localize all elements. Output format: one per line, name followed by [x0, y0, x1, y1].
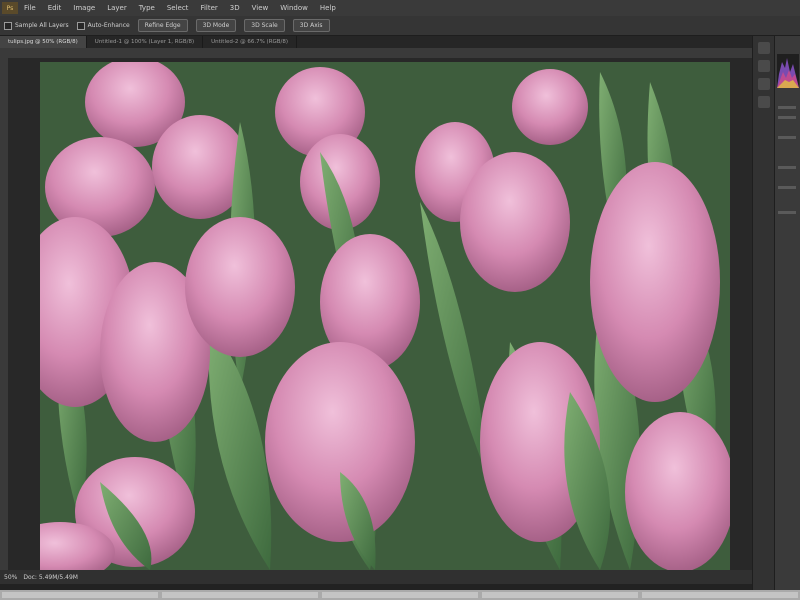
doc-tab-2[interactable]: Untitled-1 @ 100% (Layer 1, RGB/8) — [87, 36, 204, 48]
checkbox-box[interactable] — [4, 21, 12, 30]
menu-window[interactable]: Window — [274, 4, 314, 12]
doc-tab-3[interactable]: Untitled-2 @ 66.7% (RGB/8) — [203, 36, 298, 48]
menu-bar: Ps File Edit Image Layer Type Select Fil… — [0, 0, 800, 16]
options-bar: Sample All Layers Auto-Enhance Refine Ed… — [0, 16, 800, 36]
menu-type[interactable]: Type — [133, 4, 161, 12]
panel-icon[interactable] — [758, 60, 770, 72]
doc-tab-1[interactable]: tulips.jpg @ 50% (RGB/8) — [0, 36, 87, 48]
checkbox-label: Auto-Enhance — [87, 22, 130, 29]
taskbar-item[interactable] — [482, 592, 638, 598]
3d-scale-button[interactable]: 3D Scale — [244, 19, 285, 32]
auto-enhance-checkbox[interactable]: Auto-Enhance — [76, 21, 130, 30]
panel-row — [778, 166, 796, 169]
menu-select[interactable]: Select — [161, 4, 195, 12]
3d-axis-button[interactable]: 3D Axis — [292, 19, 330, 32]
3d-mode-button[interactable]: 3D Mode — [195, 19, 237, 32]
refine-edge-button[interactable]: Refine Edge — [137, 19, 188, 32]
histogram-icon — [777, 54, 799, 88]
menu-3d[interactable]: 3D — [224, 4, 246, 12]
taskbar-item[interactable] — [162, 592, 318, 598]
panel-row — [778, 136, 796, 139]
menu-help[interactable]: Help — [314, 4, 342, 12]
canvas-area[interactable] — [8, 58, 752, 570]
panel-icon[interactable] — [758, 96, 770, 108]
panel-row — [778, 116, 796, 119]
right-panel — [774, 36, 800, 590]
menu-image[interactable]: Image — [67, 4, 101, 12]
panel-row — [778, 186, 796, 189]
menu-edit[interactable]: Edit — [42, 4, 68, 12]
menu-view[interactable]: View — [246, 4, 275, 12]
checkbox-label: Sample All Layers — [15, 22, 69, 29]
document-tabs: tulips.jpg @ 50% (RGB/8) Untitled-1 @ 10… — [0, 36, 752, 48]
taskbar-strip — [0, 590, 800, 600]
sample-all-layers-checkbox[interactable]: Sample All Layers — [4, 21, 69, 30]
checkbox-box[interactable] — [76, 21, 85, 30]
tulip-image — [40, 62, 730, 570]
ruler-vertical — [0, 58, 8, 570]
menu-file[interactable]: File — [18, 4, 42, 12]
taskbar-item[interactable] — [322, 592, 478, 598]
photoshop-logo-icon: Ps — [2, 2, 18, 14]
panel-icon-strip — [752, 36, 775, 590]
taskbar-item[interactable] — [2, 592, 158, 598]
panel-row — [778, 211, 796, 214]
taskbar-item[interactable] — [642, 592, 798, 598]
zoom-level[interactable]: 50% — [4, 574, 17, 581]
menu-layer[interactable]: Layer — [101, 4, 133, 12]
doc-size: Doc: 5.49M/5.49M — [23, 573, 78, 581]
tulip-photo — [40, 62, 730, 570]
menu-filter[interactable]: Filter — [194, 4, 223, 12]
panel-icon[interactable] — [758, 78, 770, 90]
status-bar: 50% Doc: 5.49M/5.49M — [0, 570, 752, 584]
panel-row — [778, 106, 796, 109]
panel-collapse-icon[interactable] — [758, 42, 770, 54]
